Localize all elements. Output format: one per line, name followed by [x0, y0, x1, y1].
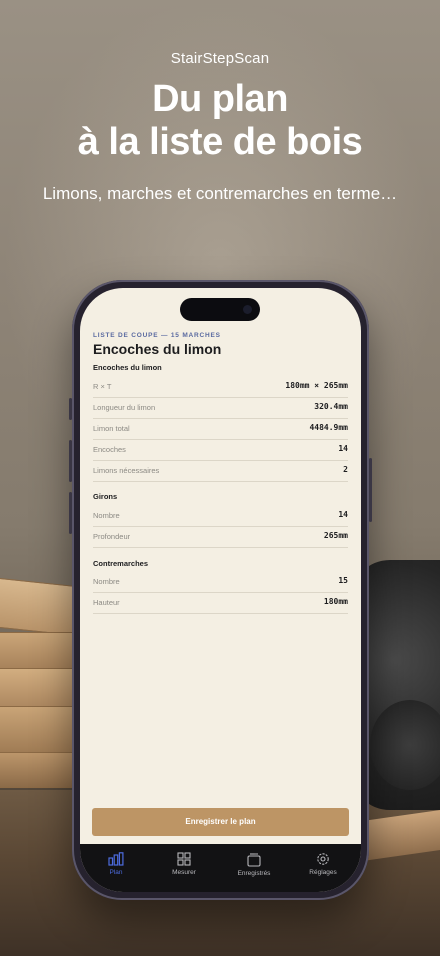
tab-plan[interactable]: Plan — [86, 852, 146, 876]
table-row: Longueur du limon 320.4mm — [93, 397, 348, 419]
row-label: Limon total — [93, 424, 130, 433]
section-heading-girons: Girons — [93, 492, 118, 501]
saw-blade — [370, 700, 440, 790]
table-row: Limons nécessaires 2 — [93, 460, 348, 482]
row-label: Nombre — [93, 577, 120, 586]
row-label: R × T — [93, 382, 112, 391]
row-value: 15 — [338, 576, 348, 585]
table-row: Nombre 15 — [93, 571, 348, 593]
table-row: Limon total 4484.9mm — [93, 418, 348, 440]
gear-icon — [317, 853, 329, 865]
table-row: Profondeur 265mm — [93, 526, 348, 548]
headline-line-1: Du plan — [152, 78, 288, 120]
tab-enregistres[interactable]: Enregistrés — [224, 853, 284, 877]
app-name: StairStepScan — [170, 50, 270, 67]
row-value: 2 — [343, 465, 348, 474]
dynamic-island — [180, 298, 260, 321]
table-row: R × T 180mm × 265mm — [93, 376, 348, 398]
row-value: 320.4mm — [314, 402, 348, 411]
subtitle: Limons, marches et contremarches en term… — [42, 184, 398, 203]
table-row: Nombre 14 — [93, 505, 348, 527]
row-label: Longueur du limon — [93, 403, 156, 412]
tab-label: Réglages — [309, 869, 337, 876]
headline-line-2: à la liste de bois — [77, 121, 363, 163]
bar-chart-icon — [108, 852, 124, 866]
table-row: Hauteur 180mm — [93, 592, 348, 614]
tab-bar: Plan Mesurer Enregistrés Réglages — [80, 844, 361, 892]
archive-icon — [247, 853, 261, 867]
power-button — [369, 458, 372, 522]
volume-up-button — [69, 440, 72, 482]
row-label: Limons nécessaires — [93, 466, 160, 475]
table-row: Encoches 14 — [93, 439, 348, 461]
volume-down-button — [69, 492, 72, 534]
row-value: 4484.9mm — [309, 423, 348, 432]
tab-label: Plan — [109, 869, 123, 876]
row-label: Encoches — [93, 445, 126, 454]
action-button — [69, 398, 72, 420]
tab-label: Mesurer — [172, 869, 196, 876]
phone-frame: LISTE DE COUPE — 15 MARCHES Encoches du … — [69, 280, 372, 900]
screen-title: Encoches du limon — [93, 341, 222, 357]
tab-reglages[interactable]: Réglages — [293, 852, 353, 876]
save-plan-button[interactable]: Enregistrer le plan — [92, 808, 349, 836]
row-label: Hauteur — [93, 598, 120, 607]
row-label: Nombre — [93, 511, 120, 520]
row-value: 265mm — [323, 531, 348, 540]
row-value: 14 — [338, 444, 348, 453]
row-label: Profondeur — [93, 532, 131, 541]
phone-screen: LISTE DE COUPE — 15 MARCHES Encoches du … — [80, 288, 361, 892]
row-value: 14 — [338, 510, 348, 519]
row-value: 180mm × 265mm — [285, 381, 348, 390]
cut-list-eyebrow: LISTE DE COUPE — 15 MARCHES — [93, 332, 221, 339]
section-heading-contremarches: Contremarches — [93, 559, 149, 568]
tab-mesurer[interactable]: Mesurer — [154, 852, 214, 876]
grid-icon — [177, 852, 191, 866]
tab-label: Enregistrés — [237, 870, 271, 877]
row-value: 180mm — [323, 597, 348, 606]
camera-icon — [243, 305, 252, 314]
headline: Du plan à la liste de bois — [0, 78, 440, 164]
section-heading-encoches: Encoches du limon — [93, 363, 162, 372]
